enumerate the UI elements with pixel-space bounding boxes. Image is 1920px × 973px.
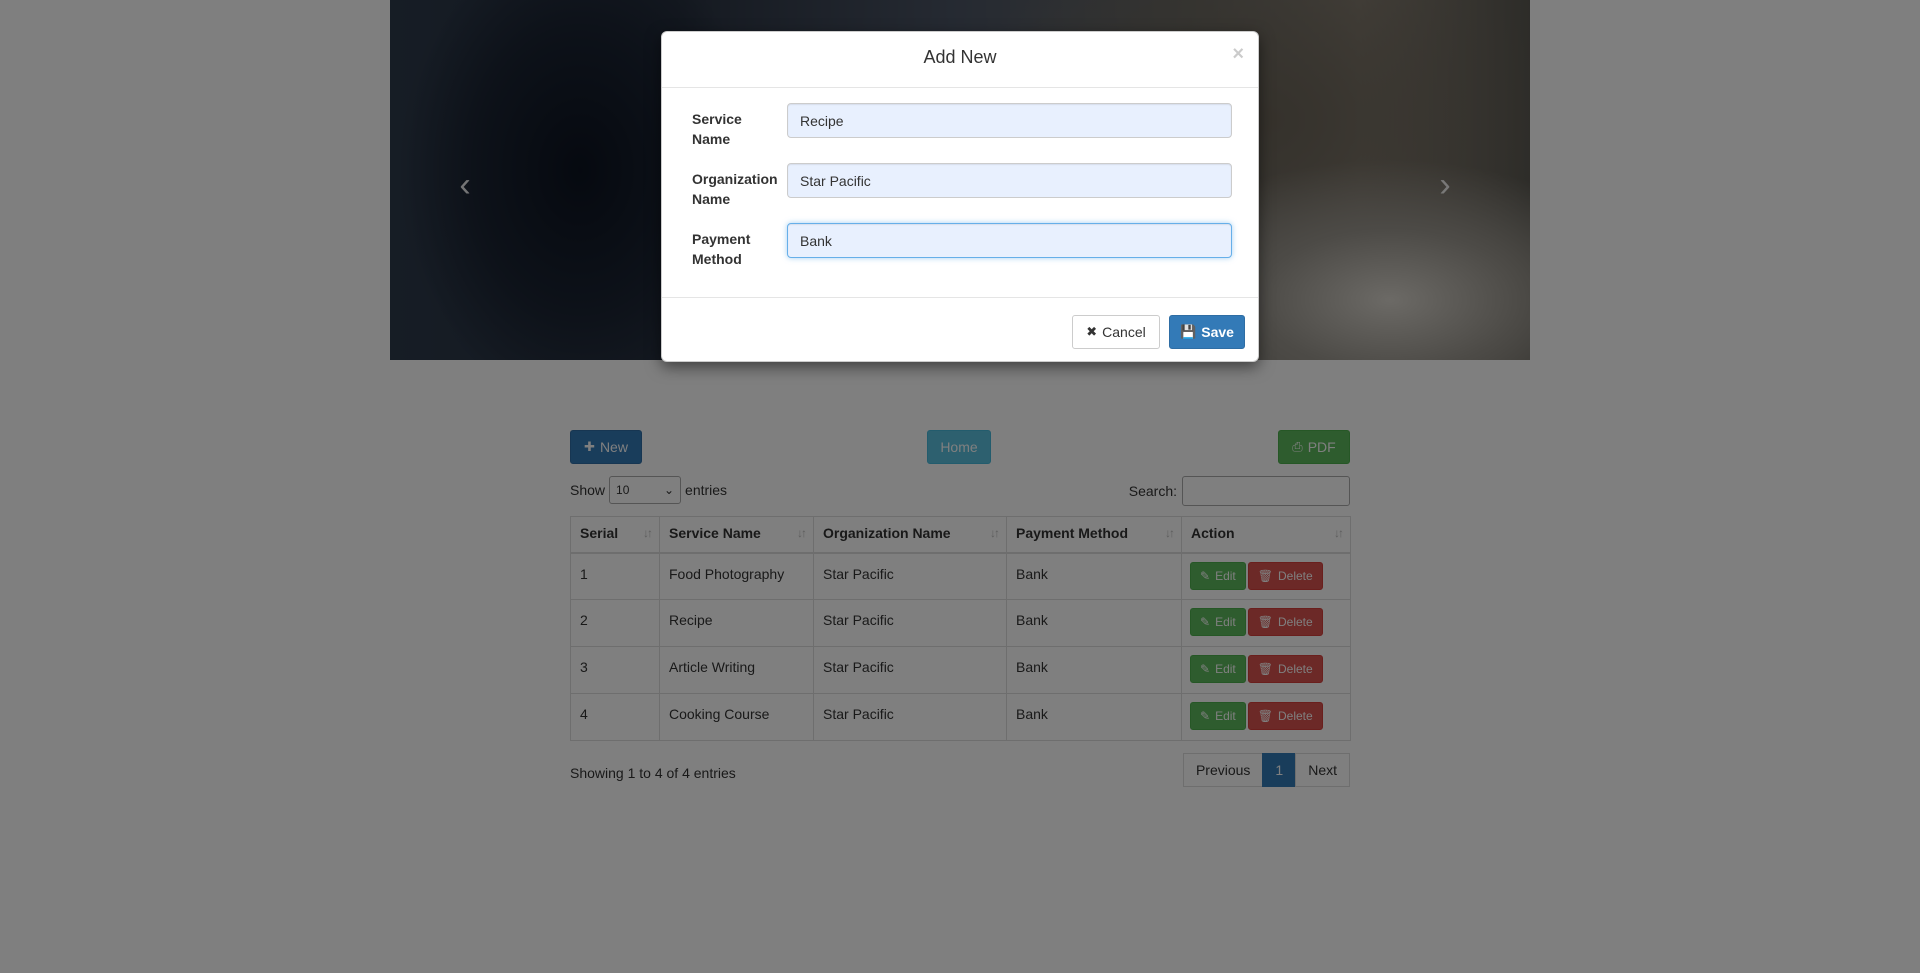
form-row-payment-method: Payment Method Bank bbox=[692, 223, 1232, 273]
save-button-label: Save bbox=[1201, 324, 1234, 340]
form-row-organization-name: Organization Name Star Pacific bbox=[692, 163, 1232, 213]
close-x-icon: ✖ bbox=[1086, 324, 1098, 339]
organization-name-label: Organization Name bbox=[692, 171, 778, 207]
service-name-field[interactable]: Recipe bbox=[787, 103, 1232, 138]
cancel-button-label: Cancel bbox=[1102, 324, 1146, 340]
floppy-disk-icon: 💾 bbox=[1180, 324, 1197, 339]
modal-footer: ✖ Cancel 💾 Save bbox=[662, 298, 1258, 362]
modal-header: Add New × bbox=[662, 32, 1258, 88]
save-button[interactable]: 💾 Save bbox=[1169, 315, 1245, 349]
payment-method-field[interactable]: Bank bbox=[787, 223, 1232, 258]
cancel-button[interactable]: ✖ Cancel bbox=[1072, 315, 1160, 349]
add-new-modal: Add New × Service Name Recipe Organizati… bbox=[661, 31, 1259, 362]
modal-title: Add New bbox=[923, 47, 997, 67]
organization-name-field[interactable]: Star Pacific bbox=[787, 163, 1232, 198]
close-icon[interactable]: × bbox=[1232, 44, 1244, 64]
modal-body: Service Name Recipe Organization Name St… bbox=[662, 88, 1258, 298]
form-row-service-name: Service Name Recipe bbox=[692, 103, 1232, 153]
service-name-label: Service Name bbox=[692, 111, 742, 147]
payment-method-label: Payment Method bbox=[692, 231, 751, 267]
